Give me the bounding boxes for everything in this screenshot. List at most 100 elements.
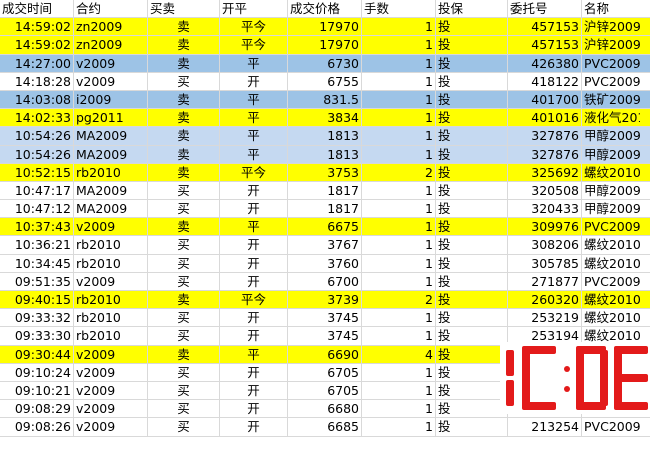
cell-name: PVC2009 bbox=[584, 419, 640, 435]
cell-open-close: 开 bbox=[220, 381, 288, 400]
table-row[interactable]: 10:47:12 MA2009 买开 1817 1 投 320433 甲醇2009 bbox=[0, 200, 650, 219]
cell-order-id: 309976 bbox=[508, 218, 582, 236]
table-row[interactable]: 09:40:15 rb2010 卖平今 3739 2 投 260320 螺纹2010 bbox=[0, 291, 650, 310]
table-row[interactable]: 14:02:33pg2011卖平38341投401016液化气2011 bbox=[0, 109, 650, 128]
cell-direction: 卖 bbox=[148, 109, 220, 127]
table-row[interactable]: 14:59:02 zn2009 卖平今 17970 1 投 457153 沪锌2009 bbox=[0, 18, 650, 37]
cell-price: 3760 bbox=[288, 254, 362, 272]
table-row[interactable]: 10:52:15 rb2010 卖平今 3753 2 投 325692 螺纹2010 bbox=[0, 163, 650, 182]
cell-time: 09:08:26 bbox=[0, 418, 74, 436]
cell-direction: 买 bbox=[148, 200, 220, 218]
cell-direction: 卖 bbox=[148, 90, 220, 109]
colon-dot bbox=[564, 366, 570, 372]
cell-contract: rb2010 bbox=[74, 254, 148, 272]
table-row[interactable]: 14:59:02 zn2009 卖平今 17970 1 投 457153 沪锌2009 bbox=[0, 36, 650, 55]
cell-contract: zn2009 bbox=[74, 36, 148, 54]
header-order-id[interactable]: 委托号 bbox=[508, 0, 582, 18]
cell-open-close: 开 bbox=[220, 400, 288, 418]
segment bbox=[506, 350, 514, 376]
cell-time: 14:59:02 bbox=[0, 18, 74, 36]
cell-price: 831.5 bbox=[288, 90, 362, 109]
cell-name: 沪锌2009 bbox=[584, 37, 640, 53]
table-row[interactable]: 10:47:17 MA2009 买开 1817 1 投 320508 甲醇2009 bbox=[0, 181, 650, 201]
cell-hedge: 投 bbox=[436, 200, 508, 218]
table-row[interactable]: 10:54:26 MA2009 卖平 1813 1 投 327876 甲醇2009 bbox=[0, 145, 650, 164]
cell-time: 14:27:00 bbox=[0, 54, 74, 72]
cell-hedge: 投 bbox=[436, 218, 508, 236]
table-row[interactable]: 10:37:43 v2009 卖平 6675 1 投 309976 PVC2009 bbox=[0, 218, 650, 237]
cell-quantity: 1 bbox=[362, 181, 436, 200]
cell-quantity: 1 bbox=[362, 272, 436, 290]
cell-price: 6685 bbox=[288, 418, 362, 436]
cell-direction: 卖 bbox=[148, 145, 220, 163]
cell-name: 铁矿2009 bbox=[584, 91, 640, 107]
cell-time: 09:08:29 bbox=[0, 400, 74, 418]
cell-time: 09:33:32 bbox=[0, 309, 74, 327]
cell-hedge: 投 bbox=[436, 309, 508, 327]
cell-quantity: 4 bbox=[362, 345, 436, 363]
cell-hedge: 投 bbox=[436, 345, 508, 363]
cell-price: 1813 bbox=[288, 127, 362, 145]
cell-direction: 买 bbox=[148, 309, 220, 327]
cell-hedge: 投 bbox=[436, 236, 508, 254]
cell-name: 螺纹2010 bbox=[584, 292, 640, 307]
cell-quantity: 1 bbox=[362, 400, 436, 418]
table-row[interactable]: 14:03:08 i2009 卖平 831.5 1 投 401700 铁矿2009 bbox=[0, 90, 650, 110]
cell-open-close: 开 bbox=[220, 418, 288, 436]
cell-order-id: 401700 bbox=[508, 90, 582, 109]
segment bbox=[522, 350, 530, 406]
cell-direction: 买 bbox=[148, 272, 220, 290]
cell-hedge: 投 bbox=[436, 381, 508, 400]
cell-order-id: 308206 bbox=[508, 236, 582, 254]
cell-contract: v2009 bbox=[74, 54, 148, 72]
cell-name: 螺纹2010 bbox=[584, 237, 640, 253]
cell-open-close: 平 bbox=[220, 145, 288, 163]
cell-price: 3753 bbox=[288, 163, 362, 181]
cell-open-close: 开 bbox=[220, 254, 288, 272]
cell-name: 沪锌2009 bbox=[584, 19, 640, 35]
table-row[interactable]: 10:34:45 rb2010 买开 3760 1 投 305785 螺纹2010 bbox=[0, 254, 650, 273]
header-price[interactable]: 成交价格 bbox=[288, 0, 362, 18]
header-hedge[interactable]: 投保 bbox=[436, 0, 508, 18]
cell-name: 甲醇2009 bbox=[584, 201, 640, 217]
cell-price: 3834 bbox=[288, 109, 362, 127]
table-row[interactable]: 14:27:00 v2009 卖平 6730 1 投 426380 PVC2009 bbox=[0, 54, 650, 73]
cell-direction: 买 bbox=[148, 418, 220, 436]
table-row[interactable]: 09:51:35 v2009 买开 6700 1 投 271877 PVC2009 bbox=[0, 272, 650, 291]
cell-quantity: 2 bbox=[362, 291, 436, 309]
header-time[interactable]: 成交时间 bbox=[0, 0, 74, 18]
cell-quantity: 1 bbox=[362, 363, 436, 381]
header-name[interactable]: 名称 bbox=[582, 0, 640, 17]
header-quantity[interactable]: 手数 bbox=[362, 0, 436, 18]
cell-hedge: 投 bbox=[436, 363, 508, 381]
table-row[interactable]: 10:36:21 rb2010 买开 3767 1 投 308206 螺纹2010 bbox=[0, 236, 650, 255]
cell-open-close: 平 bbox=[220, 127, 288, 145]
header-open-close[interactable]: 开平 bbox=[220, 0, 288, 18]
cell-contract: zn2009 bbox=[74, 18, 148, 36]
cell-order-id: 426380 bbox=[508, 54, 582, 72]
cell-contract: v2009 bbox=[74, 418, 148, 436]
cell-contract: v2009 bbox=[74, 381, 148, 400]
cell-order-id: 253219 bbox=[508, 309, 582, 327]
cell-open-close: 平 bbox=[220, 218, 288, 236]
header-direction[interactable]: 买卖 bbox=[148, 0, 220, 18]
cell-time: 10:47:17 bbox=[0, 181, 74, 200]
cell-quantity: 1 bbox=[362, 36, 436, 54]
cell-name: 甲醇2009 bbox=[584, 182, 640, 198]
table-row[interactable]: 14:18:28 v2009 买开 6755 1 投 418122 PVC2009 bbox=[0, 72, 650, 91]
cell-time: 09:40:15 bbox=[0, 291, 74, 309]
cell-quantity: 1 bbox=[362, 381, 436, 400]
header-contract[interactable]: 合约 bbox=[74, 0, 148, 18]
table-row[interactable]: 10:54:26 MA2009 卖平 1813 1 投 327876 甲醇2009 bbox=[0, 127, 650, 146]
cell-hedge: 投 bbox=[436, 54, 508, 72]
cell-time: 09:33:30 bbox=[0, 327, 74, 345]
table-row[interactable]: 09:33:32 rb2010 买开 3745 1 投 253219 螺纹2010 bbox=[0, 309, 650, 328]
cell-quantity: 1 bbox=[362, 54, 436, 72]
cell-contract: rb2010 bbox=[74, 163, 148, 181]
cell-name: 甲醇2009 bbox=[584, 146, 640, 162]
cell-open-close: 开 bbox=[220, 236, 288, 254]
cell-open-close: 开 bbox=[220, 181, 288, 200]
cell-order-id: 213254 bbox=[508, 418, 582, 436]
table-row[interactable]: 09:08:26 v2009 买开 6685 1 投 213254 PVC2009 bbox=[0, 418, 650, 437]
cell-price: 6675 bbox=[288, 218, 362, 236]
